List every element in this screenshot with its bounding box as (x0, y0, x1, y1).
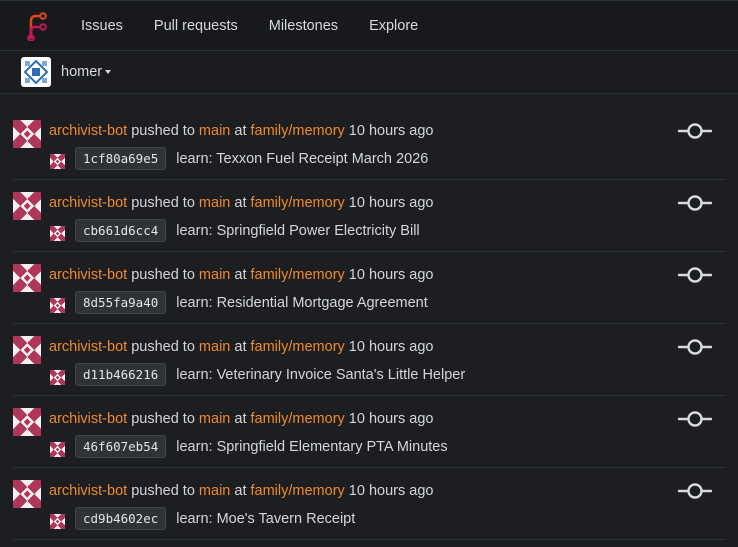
branch-link[interactable]: main (199, 411, 230, 427)
caret-down-icon (105, 70, 112, 74)
actor-link[interactable]: archivist-bot (49, 123, 127, 139)
repo-link[interactable]: family/memory (251, 411, 345, 427)
commit-sha-link[interactable]: cd9b4602ec (75, 507, 167, 530)
actor-link[interactable]: archivist-bot (49, 195, 127, 211)
forgejo-logo-icon[interactable] (22, 10, 50, 42)
actor-link[interactable]: archivist-bot (49, 483, 127, 499)
feed-item: archivist-bot pushed to main at family/m… (12, 252, 726, 324)
git-commit-icon (677, 122, 713, 140)
commit-line: cd9b4602ec learn: Moe's Tavern Receipt (75, 507, 355, 530)
actor-link[interactable]: archivist-bot (49, 339, 127, 355)
commit-message: learn: Springfield Power Electricity Bil… (176, 222, 420, 239)
commit-author-avatar[interactable] (50, 154, 65, 169)
timestamp: 10 hours ago (344, 267, 434, 283)
feed-item: archivist-bot pushed to main at family/m… (12, 180, 726, 252)
commit-line: 46f607eb54 learn: Springfield Elementary… (75, 435, 448, 458)
feed-item-summary: archivist-bot pushed to main at family/m… (49, 483, 433, 499)
at-text: at (230, 411, 251, 427)
top-nav-bar: Issues Pull requests Milestones Explore (0, 0, 738, 51)
at-text: at (230, 195, 251, 211)
feed-item: archivist-bot pushed to main at family/m… (12, 468, 726, 540)
action-text: pushed to (127, 195, 199, 211)
nav-issues[interactable]: Issues (81, 18, 123, 34)
activity-feed: archivist-bot pushed to main at family/m… (0, 108, 738, 540)
feed-item: archivist-bot pushed to main at family/m… (12, 108, 726, 180)
at-text: at (230, 339, 251, 355)
org-avatar-icon[interactable] (21, 57, 51, 87)
at-text: at (230, 483, 251, 499)
commit-sha-link[interactable]: 1cf80a69e5 (75, 147, 167, 170)
branch-link[interactable]: main (199, 195, 230, 211)
commit-line: 8d55fa9a40 learn: Residential Mortgage A… (75, 291, 428, 314)
commit-sha-link[interactable]: cb661d6cc4 (75, 219, 167, 242)
action-text: pushed to (127, 339, 199, 355)
repo-link[interactable]: family/memory (251, 339, 345, 355)
actor-avatar[interactable] (13, 264, 41, 292)
feed-item: archivist-bot pushed to main at family/m… (12, 324, 726, 396)
commit-author-avatar[interactable] (50, 226, 65, 241)
repo-link[interactable]: family/memory (251, 267, 345, 283)
commit-author-avatar[interactable] (50, 298, 65, 313)
commit-author-avatar[interactable] (50, 370, 65, 385)
commit-sha-link[interactable]: 8d55fa9a40 (75, 291, 167, 314)
git-commit-icon (677, 338, 713, 356)
timestamp: 10 hours ago (344, 123, 434, 139)
feed-item-summary: archivist-bot pushed to main at family/m… (49, 411, 433, 427)
context-switcher[interactable]: homer (61, 64, 112, 80)
actor-link[interactable]: archivist-bot (49, 411, 127, 427)
git-commit-icon (677, 266, 713, 284)
commit-message: learn: Moe's Tavern Receipt (176, 510, 356, 527)
feed-item-summary: archivist-bot pushed to main at family/m… (49, 195, 433, 211)
timestamp: 10 hours ago (344, 195, 434, 211)
feed-item-summary: archivist-bot pushed to main at family/m… (49, 123, 433, 139)
commit-author-avatar[interactable] (50, 514, 65, 529)
commit-message: learn: Texxon Fuel Receipt March 2026 (176, 150, 429, 167)
commit-author-avatar[interactable] (50, 442, 65, 457)
feed-item: archivist-bot pushed to main at family/m… (12, 396, 726, 468)
branch-link[interactable]: main (199, 339, 230, 355)
nav-milestones[interactable]: Milestones (269, 18, 338, 34)
timestamp: 10 hours ago (344, 411, 434, 427)
branch-link[interactable]: main (199, 483, 230, 499)
context-bar: homer (0, 51, 738, 94)
commit-message: learn: Springfield Elementary PTA Minute… (176, 438, 448, 455)
context-name: homer (61, 64, 103, 80)
commit-sha-link[interactable]: 46f607eb54 (75, 435, 167, 458)
commit-message: learn: Veterinary Invoice Santa's Little… (176, 366, 466, 383)
git-commit-icon (677, 410, 713, 428)
actor-avatar[interactable] (13, 408, 41, 436)
git-commit-icon (677, 482, 713, 500)
actor-link[interactable]: archivist-bot (49, 267, 127, 283)
feed-item-summary: archivist-bot pushed to main at family/m… (49, 339, 433, 355)
commit-line: cb661d6cc4 learn: Springfield Power Elec… (75, 219, 420, 242)
git-commit-icon (677, 194, 713, 212)
actor-avatar[interactable] (13, 336, 41, 364)
branch-link[interactable]: main (199, 123, 230, 139)
commit-line: d11b466216 learn: Veterinary Invoice San… (75, 363, 465, 386)
actor-avatar[interactable] (13, 192, 41, 220)
repo-link[interactable]: family/memory (251, 123, 345, 139)
repo-link[interactable]: family/memory (251, 483, 345, 499)
action-text: pushed to (127, 123, 199, 139)
commit-line: 1cf80a69e5 learn: Texxon Fuel Receipt Ma… (75, 147, 428, 170)
action-text: pushed to (127, 483, 199, 499)
commit-message: learn: Residential Mortgage Agreement (176, 294, 428, 311)
action-text: pushed to (127, 411, 199, 427)
timestamp: 10 hours ago (344, 483, 434, 499)
actor-avatar[interactable] (13, 480, 41, 508)
at-text: at (230, 267, 251, 283)
repo-link[interactable]: family/memory (251, 195, 345, 211)
nav-explore[interactable]: Explore (369, 18, 418, 34)
action-text: pushed to (127, 267, 199, 283)
feed-item-summary: archivist-bot pushed to main at family/m… (49, 267, 433, 283)
at-text: at (230, 123, 251, 139)
timestamp: 10 hours ago (344, 339, 434, 355)
nav-pull-requests[interactable]: Pull requests (154, 18, 238, 34)
branch-link[interactable]: main (199, 267, 230, 283)
actor-avatar[interactable] (13, 120, 41, 148)
commit-sha-link[interactable]: d11b466216 (75, 363, 167, 386)
